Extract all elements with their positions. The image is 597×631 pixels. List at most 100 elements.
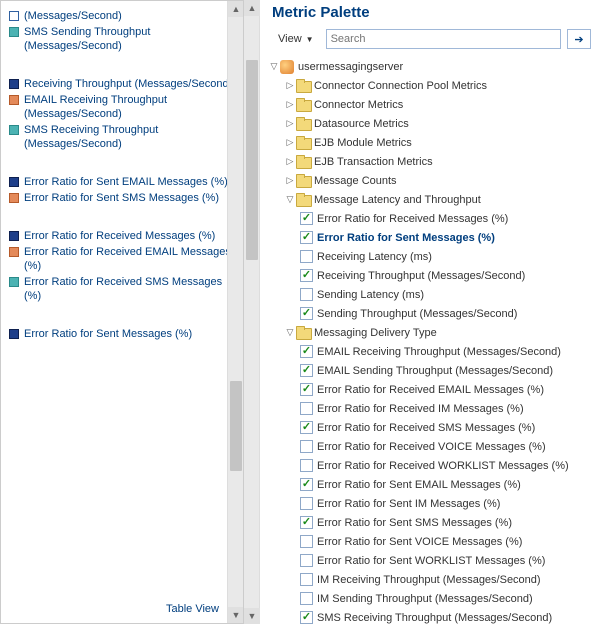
tree-row[interactable]: ▷ Connector Metrics bbox=[268, 95, 593, 114]
table-view-link[interactable]: Table View bbox=[166, 603, 219, 615]
tree-row[interactable]: Sending Latency (ms) bbox=[268, 285, 593, 304]
metric-checkbox[interactable] bbox=[300, 535, 313, 548]
metric-checkbox[interactable] bbox=[300, 421, 313, 434]
tree-node-label: EJB Transaction Metrics bbox=[314, 156, 433, 168]
metric-checkbox[interactable] bbox=[300, 611, 313, 624]
legend-swatch bbox=[9, 231, 19, 241]
tree-row[interactable]: Error Ratio for Sent Messages (%) bbox=[268, 228, 593, 247]
metric-checkbox[interactable] bbox=[300, 402, 313, 415]
legend-item[interactable]: Error Ratio for Sent EMAIL Messages (%) bbox=[9, 175, 235, 189]
legend-label: Error Ratio for Sent SMS Messages (%) bbox=[24, 191, 219, 205]
tree-node-label: IM Receiving Throughput (Messages/Second… bbox=[317, 574, 541, 586]
metric-checkbox[interactable] bbox=[300, 554, 313, 567]
expand-icon[interactable]: ▷ bbox=[284, 137, 296, 148]
tree-row[interactable]: ▷Datasource Metrics bbox=[268, 114, 593, 133]
legend-item[interactable]: Error Ratio for Received SMS Messages (%… bbox=[9, 275, 235, 303]
search-input[interactable] bbox=[326, 29, 561, 49]
legend-item[interactable]: Error Ratio for Received Messages (%) bbox=[9, 229, 235, 243]
legend-swatch bbox=[9, 193, 19, 203]
metric-checkbox[interactable] bbox=[300, 478, 313, 491]
metric-checkbox[interactable] bbox=[300, 269, 313, 282]
legend-item[interactable]: Receiving Throughput (Messages/Second) bbox=[9, 77, 235, 91]
search-go-button[interactable]: ➔ bbox=[567, 29, 591, 49]
metric-checkbox[interactable] bbox=[300, 345, 313, 358]
legend-item[interactable]: (Messages/Second) bbox=[9, 9, 235, 23]
tree-node-label: Message Counts bbox=[314, 175, 397, 187]
legend-item[interactable]: EMAIL Receiving Throughput (Messages/Sec… bbox=[9, 93, 235, 121]
tree-row[interactable]: Error Ratio for Sent IM Messages (%) bbox=[268, 494, 593, 513]
metric-checkbox[interactable] bbox=[300, 212, 313, 225]
scroll-thumb[interactable] bbox=[230, 381, 242, 471]
tree-row[interactable]: ▷EJB Module Metrics bbox=[268, 133, 593, 152]
metric-checkbox[interactable] bbox=[300, 307, 313, 320]
scroll-down-icon[interactable]: ▼ bbox=[228, 607, 244, 623]
tree-node-label: Connector Metrics bbox=[314, 99, 403, 111]
metric-checkbox[interactable] bbox=[300, 364, 313, 377]
tree-row[interactable]: IM Sending Throughput (Messages/Second) bbox=[268, 589, 593, 608]
tree-row[interactable]: Receiving Throughput (Messages/Second) bbox=[268, 266, 593, 285]
tree-row[interactable]: SMS Receiving Throughput (Messages/Secon… bbox=[268, 608, 593, 627]
legend-label: Error Ratio for Received Messages (%) bbox=[24, 229, 215, 243]
metric-checkbox[interactable] bbox=[300, 497, 313, 510]
tree-row[interactable]: Sending Throughput (Messages/Second) bbox=[268, 304, 593, 323]
metric-checkbox[interactable] bbox=[300, 459, 313, 472]
legend-item[interactable]: Error Ratio for Received EMAIL Messages … bbox=[9, 245, 235, 273]
collapse-icon[interactable]: ▽ bbox=[284, 194, 296, 205]
tree-row[interactable]: Error Ratio for Received IM Messages (%) bbox=[268, 399, 593, 418]
tree-row[interactable]: Error Ratio for Received WORKLIST Messag… bbox=[268, 456, 593, 475]
expand-icon[interactable]: ▷ bbox=[284, 99, 296, 110]
tree-row[interactable]: Error Ratio for Received Messages (%) bbox=[268, 209, 593, 228]
metric-checkbox[interactable] bbox=[300, 231, 313, 244]
tree-node-label: Error Ratio for Received VOICE Messages … bbox=[317, 441, 546, 453]
legend-item[interactable]: SMS Receiving Throughput (Messages/Secon… bbox=[9, 123, 235, 151]
tree-row[interactable]: ▽Message Latency and Throughput bbox=[268, 190, 593, 209]
expand-icon[interactable]: ▷ bbox=[284, 156, 296, 167]
tree-row[interactable]: ▷Connector Connection Pool Metrics bbox=[268, 76, 593, 95]
tree-row[interactable]: Error Ratio for Received VOICE Messages … bbox=[268, 437, 593, 456]
tree-row[interactable]: Error Ratio for Sent SMS Messages (%) bbox=[268, 513, 593, 532]
palette-toolbar: View ▼ ➔ bbox=[266, 27, 597, 53]
expand-icon[interactable]: ▷ bbox=[284, 80, 296, 91]
tree-row[interactable]: ▷ Message Counts bbox=[268, 171, 593, 190]
tree-row[interactable]: Error Ratio for Sent WORKLIST Messages (… bbox=[268, 551, 593, 570]
view-menu-button[interactable]: View ▼ bbox=[272, 31, 320, 47]
tree-row[interactable]: Error Ratio for Sent EMAIL Messages (%) bbox=[268, 475, 593, 494]
tree-row[interactable]: ▷ EJB Transaction Metrics bbox=[268, 152, 593, 171]
tree-row[interactable]: Error Ratio for Received EMAIL Messages … bbox=[268, 380, 593, 399]
scroll-up-icon[interactable]: ▲ bbox=[244, 0, 260, 16]
folder-icon bbox=[296, 175, 310, 187]
metric-checkbox[interactable] bbox=[300, 288, 313, 301]
expand-icon[interactable]: ▷ bbox=[284, 175, 296, 186]
expand-icon[interactable]: ▷ bbox=[284, 118, 296, 129]
left-scrollbar[interactable]: ▲ ▼ bbox=[227, 1, 243, 623]
tree-row[interactable]: Error Ratio for Sent VOICE Messages (%) bbox=[268, 532, 593, 551]
scroll-thumb[interactable] bbox=[246, 60, 258, 260]
collapse-icon[interactable]: ▽ bbox=[268, 61, 280, 72]
metric-checkbox[interactable] bbox=[300, 250, 313, 263]
tree-row[interactable]: ▽Messaging Delivery Type bbox=[268, 323, 593, 342]
metric-checkbox[interactable] bbox=[300, 516, 313, 529]
tree-row[interactable]: Receiving Latency (ms) bbox=[268, 247, 593, 266]
tree-row[interactable]: IM Receiving Throughput (Messages/Second… bbox=[268, 570, 593, 589]
tree-node-label: Error Ratio for Sent WORKLIST Messages (… bbox=[317, 555, 545, 567]
scroll-up-icon[interactable]: ▲ bbox=[228, 1, 244, 17]
divider-scrollbar[interactable]: ▲ ▼ bbox=[244, 0, 260, 624]
scroll-down-icon[interactable]: ▼ bbox=[244, 608, 260, 624]
tree-node-label: Sending Latency (ms) bbox=[317, 289, 424, 301]
legend-swatch bbox=[9, 27, 19, 37]
metric-checkbox[interactable] bbox=[300, 383, 313, 396]
legend-swatch bbox=[9, 277, 19, 287]
legend-item[interactable]: SMS Sending Throughput (Messages/Second) bbox=[9, 25, 235, 53]
arrow-right-icon: ➔ bbox=[574, 33, 583, 46]
tree-row[interactable]: Error Ratio for Received SMS Messages (%… bbox=[268, 418, 593, 437]
legend-item[interactable]: Error Ratio for Sent Messages (%) bbox=[9, 327, 235, 341]
tree-row[interactable]: EMAIL Sending Throughput (Messages/Secon… bbox=[268, 361, 593, 380]
tree-row[interactable]: EMAIL Receiving Throughput (Messages/Sec… bbox=[268, 342, 593, 361]
metric-checkbox[interactable] bbox=[300, 440, 313, 453]
metric-checkbox[interactable] bbox=[300, 592, 313, 605]
tree-row[interactable]: ▽usermessagingserver bbox=[268, 57, 593, 76]
legend-item[interactable]: Error Ratio for Sent SMS Messages (%) bbox=[9, 191, 235, 205]
metric-checkbox[interactable] bbox=[300, 573, 313, 586]
metric-palette-panel: ▲ ▼ Metric Palette View ▼ ➔ ▽usermessagi… bbox=[244, 0, 597, 624]
collapse-icon[interactable]: ▽ bbox=[284, 327, 296, 338]
